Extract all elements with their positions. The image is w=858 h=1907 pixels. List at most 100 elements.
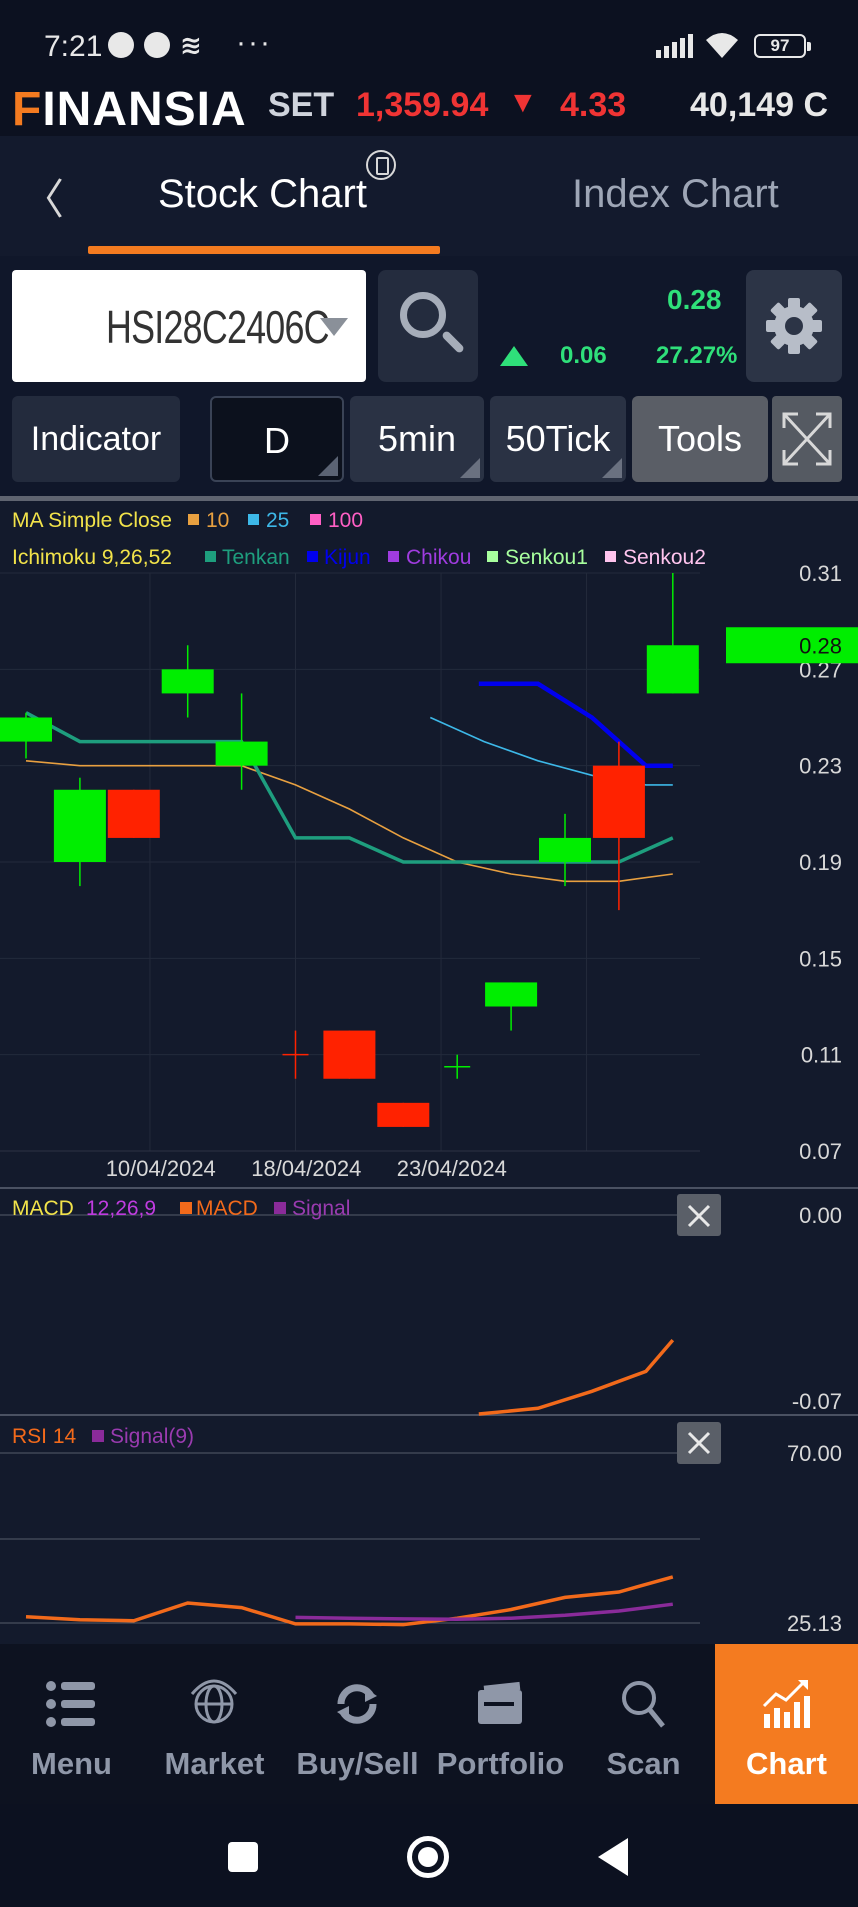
wallet-icon: [478, 1681, 522, 1724]
symbol-selector[interactable]: HSI28C2406C: [12, 270, 366, 382]
chart-icon: [762, 1680, 810, 1728]
down-arrow-icon: ▼: [508, 86, 538, 119]
nav-portfolio[interactable]: Portfolio: [429, 1644, 572, 1804]
nav-chart[interactable]: Chart: [715, 1644, 858, 1804]
active-tab-indicator: [88, 246, 440, 254]
up-arrow-icon: [500, 346, 528, 366]
ma-legend-name: MA Simple Close: [12, 509, 172, 532]
nav-menu[interactable]: Menu: [0, 1644, 143, 1804]
macd-signal-label: Signal: [292, 1197, 350, 1220]
recent-apps-button[interactable]: [228, 1842, 258, 1872]
candle-body: [646, 645, 699, 694]
messenger-icon: ≋: [180, 30, 202, 60]
tools-button[interactable]: Tools: [632, 396, 768, 482]
y-tick-label: 0.31: [799, 561, 842, 586]
battery-level: 97: [770, 36, 790, 55]
period-daily-button[interactable]: D: [210, 396, 344, 482]
price-change: 0.06: [560, 342, 607, 369]
more-notifications-icon: ···: [236, 26, 272, 59]
cell-signal-icon: [656, 34, 693, 58]
rsi-signal-label: Signal(9): [110, 1425, 194, 1448]
back-nav-button[interactable]: [598, 1838, 628, 1876]
kijun-label: Kijun: [324, 546, 371, 569]
wifi-icon: [706, 33, 738, 58]
symbol-code: HSI28C2406C: [106, 301, 330, 353]
chart-area[interactable]: MA Simple Close 10 25 100 Ichimoku 9,26,…: [0, 501, 858, 1644]
candle-body: [107, 789, 160, 838]
app-root: 7:21 ≋ ··· 97 FINANSIA SET 1,359.94 ▼ 4.…: [0, 0, 858, 1907]
home-button[interactable]: [407, 1836, 449, 1878]
back-button[interactable]: 〈: [22, 166, 64, 227]
ticker-market: SET: [268, 86, 335, 124]
candle-body: [161, 669, 214, 694]
system-navigation-bar: [0, 1804, 858, 1907]
rsi-y-tick-label: 70.00: [787, 1441, 842, 1466]
nav-scan[interactable]: Scan: [572, 1644, 715, 1804]
telegram-icon: [108, 32, 134, 58]
x-tick-label: 23/04/2024: [397, 1156, 507, 1181]
y-tick-label: 0.15: [799, 946, 842, 971]
telegram-icon: [144, 32, 170, 58]
close-macd-button[interactable]: [677, 1194, 721, 1236]
finansia-logo: FINANSIA: [12, 83, 247, 136]
macd-legend-params: 12,26,9: [86, 1197, 156, 1220]
candle-body: [592, 765, 645, 838]
candle-body: [215, 741, 268, 766]
menu-icon: [46, 1681, 95, 1727]
rsi-legend-name: RSI 14: [12, 1425, 77, 1448]
last-price: 0.28: [667, 284, 722, 315]
period-50tick-button[interactable]: 50Tick: [490, 396, 626, 482]
macd-y-tick-label: 0.00: [799, 1203, 842, 1228]
last-price-label: 0.28: [799, 633, 842, 658]
tab-index-chart[interactable]: Index Chart: [572, 172, 779, 217]
search-icon: [400, 292, 446, 338]
chart-svg[interactable]: MA Simple Close 10 25 100 Ichimoku 9,26,…: [0, 501, 858, 1644]
nav-buy-sell[interactable]: Buy/Sell: [286, 1644, 429, 1804]
indicator-button[interactable]: Indicator: [12, 396, 180, 482]
ma25-label: 25: [266, 509, 289, 532]
chart-tabs: 〈 Stock Chart Index Chart: [0, 136, 858, 256]
search-button[interactable]: [378, 270, 478, 382]
ticker-index: 1,359.94: [356, 86, 489, 124]
chart-toolbar: Indicator D 5min 50Tick Tools: [0, 392, 858, 496]
chikou-label: Chikou: [406, 546, 471, 569]
nav-market[interactable]: Market: [143, 1644, 286, 1804]
expand-button[interactable]: [772, 396, 842, 482]
ma100-label: 100: [328, 509, 363, 532]
macd-legend-name: MACD: [12, 1197, 74, 1220]
close-rsi-button[interactable]: [677, 1422, 721, 1464]
ticker-volume: 40,149 C: [690, 86, 828, 124]
status-time: 7:21: [44, 30, 103, 63]
gear-icon: [766, 298, 822, 354]
bottom-navigation: Menu Market Buy/Sell Portfolio Scan Char…: [0, 1644, 858, 1804]
ma10-swatch: [188, 514, 199, 525]
rotate-screen-icon[interactable]: [366, 150, 396, 180]
expand-icon: [782, 412, 832, 466]
dropdown-caret-icon: [320, 318, 348, 336]
main-price-panel[interactable]: 0.310.270.230.190.150.110.0710/04/2024 18…: [0, 561, 858, 1181]
tab-stock-chart[interactable]: Stock Chart: [158, 172, 367, 217]
x-tick-label: 18/04/2024: [251, 1156, 361, 1181]
search-icon: [622, 1681, 665, 1728]
y-tick-label: 0.11: [801, 1043, 842, 1068]
battery-icon: 97: [754, 34, 811, 58]
y-tick-label: 0.23: [799, 754, 842, 779]
candle-body: [0, 717, 52, 742]
x-tick-label: 10/04/2024: [106, 1156, 216, 1181]
y-tick-label: 0.19: [799, 850, 842, 875]
period-5min-button[interactable]: 5min: [350, 396, 484, 482]
ichimoku-legend-name: Ichimoku 9,26,52: [12, 546, 172, 569]
kijun-line: [478, 681, 673, 768]
macd-series-label: MACD: [196, 1197, 258, 1220]
ticker-change: 4.33: [560, 86, 627, 124]
settings-button[interactable]: [746, 270, 842, 382]
candle-body: [323, 1030, 376, 1079]
macd-panel[interactable]: 0.00 -0.07: [478, 1203, 842, 1416]
senkou2-label: Senkou2: [623, 546, 706, 569]
rsi-signal-line: [295, 1602, 674, 1622]
exchange-icon: [337, 1684, 377, 1724]
globe-icon: [190, 1679, 238, 1724]
symbol-row: HSI28C2406C 0.28 0.06 27.27%: [0, 256, 858, 392]
ma10-label: 10: [206, 509, 229, 532]
senkou1-label: Senkou1: [505, 546, 588, 569]
